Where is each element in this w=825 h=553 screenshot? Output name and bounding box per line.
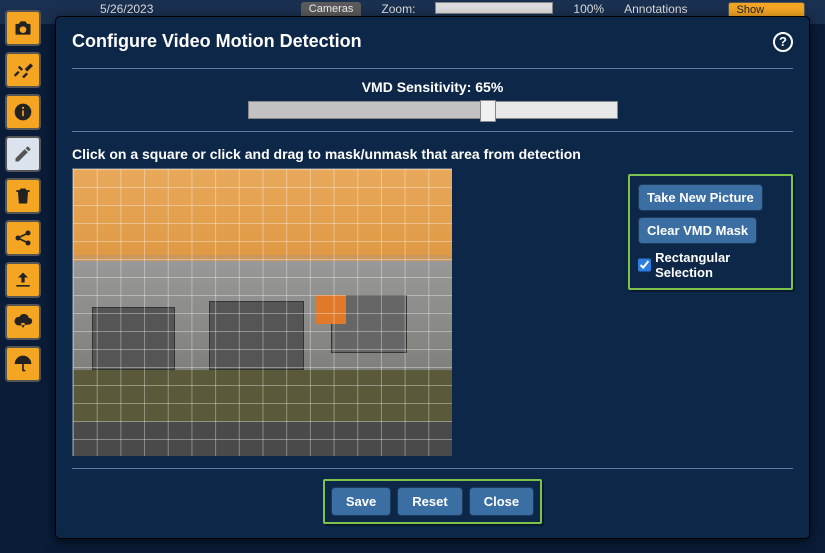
divider xyxy=(72,131,793,132)
info-icon xyxy=(13,102,33,122)
pencil-icon xyxy=(13,144,33,164)
trash-button[interactable] xyxy=(5,178,41,214)
tools-button[interactable] xyxy=(5,52,41,88)
clear-mask-button[interactable]: Clear VMD Mask xyxy=(638,217,757,244)
trash-icon xyxy=(13,186,33,206)
sensitivity-label: VMD Sensitivity: 65% xyxy=(72,79,793,95)
zoom-slider[interactable] xyxy=(435,2,553,14)
mask-instruction: Click on a square or click and drag to m… xyxy=(72,146,793,162)
info-button[interactable] xyxy=(5,94,41,130)
footer-button-group: Save Reset Close xyxy=(323,479,542,524)
modal-footer: Save Reset Close xyxy=(72,464,793,524)
camera-preview[interactable] xyxy=(72,168,452,456)
rect-selection-row[interactable]: Rectangular Selection xyxy=(638,250,783,280)
close-button[interactable]: Close xyxy=(469,487,534,516)
sensitivity-slider[interactable] xyxy=(248,101,618,119)
share-icon xyxy=(13,228,33,248)
slider-fill xyxy=(249,102,488,118)
divider xyxy=(72,68,793,69)
upload-icon xyxy=(13,270,33,290)
upload-button[interactable] xyxy=(5,262,41,298)
save-button[interactable]: Save xyxy=(331,487,391,516)
slider-thumb[interactable] xyxy=(480,100,496,122)
share-button[interactable] xyxy=(5,220,41,256)
sensitivity-section: VMD Sensitivity: 65% xyxy=(72,79,793,125)
left-toolbar xyxy=(5,10,41,382)
modal-title: Configure Video Motion Detection xyxy=(72,31,362,52)
help-button[interactable]: ? xyxy=(773,32,793,52)
pencil-button[interactable] xyxy=(5,136,41,172)
side-panel: Take New Picture Clear VMD Mask Rectangu… xyxy=(628,174,793,290)
cloud-download-button[interactable] xyxy=(5,304,41,340)
rect-selection-checkbox[interactable] xyxy=(638,258,651,272)
modal-header: Configure Video Motion Detection ? xyxy=(72,31,793,52)
tools-icon xyxy=(13,60,33,80)
camera-button[interactable] xyxy=(5,10,41,46)
take-picture-button[interactable]: Take New Picture xyxy=(638,184,763,211)
cloud-download-icon xyxy=(13,312,33,332)
reset-button[interactable]: Reset xyxy=(397,487,462,516)
rect-selection-label: Rectangular Selection xyxy=(655,250,783,280)
mask-grid[interactable] xyxy=(73,169,452,456)
camera-icon xyxy=(13,18,33,38)
umbrella-button[interactable] xyxy=(5,346,41,382)
umbrella-icon xyxy=(13,354,33,374)
vmd-config-modal: Configure Video Motion Detection ? VMD S… xyxy=(55,16,810,539)
divider xyxy=(72,468,793,469)
